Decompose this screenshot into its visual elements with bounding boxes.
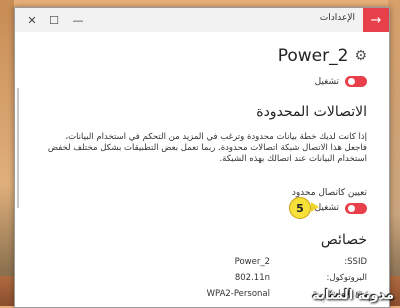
- settings-window: ✕ ☐ — الإعدادات → Power_2 ⚙ تشغيل الاتصا…: [14, 7, 390, 308]
- metered-toggle[interactable]: [345, 203, 367, 214]
- step-arrow-icon: [311, 202, 319, 212]
- maximize-window-button[interactable]: ☐: [43, 11, 65, 29]
- close-window-button[interactable]: ✕: [21, 11, 43, 29]
- minimize-icon: —: [72, 13, 84, 27]
- property-value: 802.11n: [234, 273, 270, 283]
- minimize-window-button[interactable]: —: [67, 11, 89, 29]
- property-label: SSID:: [344, 257, 367, 267]
- properties-title: خصائص: [320, 232, 367, 248]
- page-content: Power_2 ⚙ تشغيل الاتصالات المحدودة إذا ك…: [15, 32, 389, 307]
- gear-icon: ⚙: [354, 48, 367, 64]
- connect-toggle[interactable]: [345, 76, 367, 87]
- metered-description: إذا كانت لديك خطة بيانات محدودة وترغب في…: [47, 132, 367, 164]
- back-button[interactable]: →: [363, 8, 389, 32]
- close-icon: ✕: [27, 13, 37, 27]
- title-bar: ✕ ☐ — الإعدادات →: [15, 8, 389, 32]
- toggle-knob: [348, 205, 355, 212]
- property-row-ssid: SSID: Power_2: [15, 257, 389, 271]
- property-value: WPA2-Personal: [206, 289, 270, 299]
- metered-section-title: الاتصالات المحدودة: [256, 104, 367, 120]
- network-header: Power_2 ⚙: [278, 46, 367, 66]
- connect-toggle-label: تشغيل: [314, 77, 339, 87]
- property-value: Power_2: [234, 257, 270, 267]
- maximize-icon: ☐: [49, 13, 59, 27]
- network-name: Power_2: [277, 46, 349, 66]
- app-title: الإعدادات: [319, 13, 355, 23]
- arrow-right-icon: →: [370, 12, 382, 28]
- desktop-background-left: [0, 0, 14, 306]
- step-badge: 5: [289, 197, 311, 219]
- property-row-protocol: البروتوكول: 802.11n: [15, 273, 389, 287]
- toggle-knob: [348, 78, 355, 85]
- watermark: مدونة المثابة: [312, 288, 394, 303]
- property-label: البروتوكول:: [326, 273, 367, 283]
